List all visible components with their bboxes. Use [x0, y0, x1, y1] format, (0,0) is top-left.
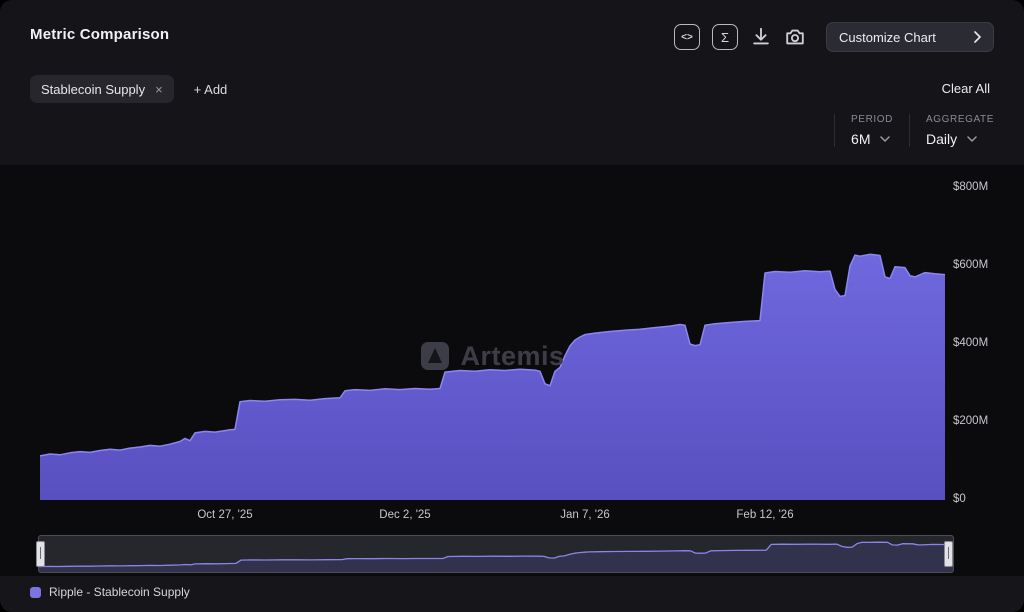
legend-item[interactable]: Ripple - Stablecoin Supply — [30, 585, 190, 599]
period-control: PERIOD 6M — [834, 114, 893, 147]
aggregate-label: AGGREGATE — [926, 114, 994, 125]
legend-label: Ripple - Stablecoin Supply — [49, 585, 190, 599]
x-tick-label: Jan 7, '26 — [537, 509, 633, 521]
aggregate-control: AGGREGATE Daily — [909, 114, 994, 147]
header-bar: Metric Comparison <> Σ Customize Chart — [0, 0, 1024, 165]
x-tick-label: Feb 12, '26 — [717, 509, 813, 521]
y-tick-label: $400M — [953, 337, 1013, 349]
period-value: 6M — [851, 131, 870, 147]
brush-handle-left[interactable] — [36, 541, 45, 567]
y-tick-label: $200M — [953, 415, 1013, 427]
y-tick-label: $0 — [953, 493, 1013, 505]
legend-swatch — [30, 587, 41, 598]
y-tick-label: $600M — [953, 259, 1013, 271]
metric-chip-stablecoin-supply[interactable]: Stablecoin Supply × — [30, 75, 174, 103]
mini-chart — [39, 536, 953, 572]
embed-code-button[interactable]: <> — [674, 24, 700, 50]
clear-all-button[interactable]: Clear All — [942, 81, 990, 96]
download-icon — [750, 26, 772, 48]
download-button[interactable] — [750, 26, 772, 48]
aggregate-value: Daily — [926, 131, 957, 147]
footer-bar: Ripple - Stablecoin Supply — [0, 576, 1024, 612]
filter-bar: Stablecoin Supply × + Add — [30, 75, 227, 103]
add-metric-button[interactable]: + Add — [194, 82, 228, 97]
x-tick-label: Oct 27, '25 — [177, 509, 273, 521]
page-title: Metric Comparison — [30, 26, 169, 43]
chevron-down-icon — [880, 136, 890, 142]
y-tick-label: $800M — [953, 181, 1013, 193]
x-tick-label: Dec 2, '25 — [357, 509, 453, 521]
mini-area-fill — [39, 542, 953, 572]
metric-comparison-panel: Metric Comparison <> Σ Customize Chart — [0, 0, 1024, 612]
brush-handle-right[interactable] — [944, 541, 953, 567]
camera-icon — [784, 26, 806, 48]
sigma-icon: Σ — [721, 30, 729, 45]
screenshot-button[interactable] — [784, 26, 806, 48]
summary-button[interactable]: Σ — [712, 24, 738, 50]
brush-track[interactable] — [38, 535, 954, 573]
embed-code-icon: <> — [681, 32, 693, 43]
area-series-fill — [40, 254, 945, 500]
controls-bar: PERIOD 6M AGGREGATE Daily — [834, 114, 994, 147]
period-dropdown[interactable]: 6M — [851, 131, 893, 147]
chevron-right-icon — [974, 31, 981, 43]
aggregate-dropdown[interactable]: Daily — [926, 131, 994, 147]
chevron-down-icon — [967, 136, 977, 142]
chip-close-icon[interactable]: × — [155, 83, 163, 96]
metric-chip-label: Stablecoin Supply — [41, 82, 145, 97]
period-label: PERIOD — [851, 114, 893, 125]
customize-chart-label: Customize Chart — [839, 30, 936, 45]
main-chart[interactable] — [40, 172, 945, 500]
toolbar: <> Σ Customize Chart — [674, 22, 994, 52]
customize-chart-button[interactable]: Customize Chart — [826, 22, 994, 52]
